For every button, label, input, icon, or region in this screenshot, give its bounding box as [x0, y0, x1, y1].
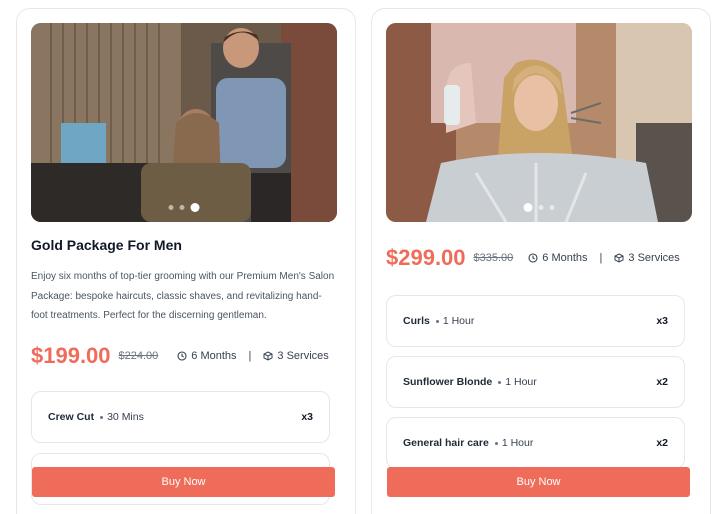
barber-photo-illustration — [31, 23, 337, 222]
service-duration: 1 Hour — [505, 376, 537, 388]
service-duration: 1 Hour — [442, 315, 475, 327]
package-old-price: $224.00 — [118, 350, 159, 362]
price-row: $299.00 $335.00 6 Months | 3 Services — [386, 245, 680, 271]
service-item: General hair care 1 Hour x2 — [386, 417, 685, 469]
service-duration: 30 Mins — [107, 411, 144, 423]
duration-meta: 6 Months — [177, 350, 237, 362]
carousel-dot-active[interactable] — [190, 203, 200, 212]
service-name: Crew Cut — [48, 411, 95, 423]
carousel-dots — [523, 203, 555, 212]
package-title: Gold Package For Men — [31, 237, 182, 253]
meta-separator: | — [248, 350, 252, 362]
package-old-price: $335.00 — [473, 252, 514, 264]
service-name: Sunflower Blonde — [403, 376, 493, 388]
service-quantity: x2 — [656, 376, 668, 388]
carousel-dots — [168, 203, 200, 212]
carousel-dot[interactable] — [549, 205, 555, 210]
package-description: Enjoy six months of top-tier grooming wi… — [31, 271, 335, 321]
package-photo — [31, 23, 337, 222]
carousel-dot-active[interactable] — [523, 203, 533, 212]
service-quantity: x3 — [656, 315, 668, 327]
buy-now-button[interactable]: Buy Now — [32, 467, 335, 497]
package-duration: 6 Months — [542, 252, 588, 264]
service-item: Sunflower Blonde 1 Hour x2 — [386, 356, 685, 408]
service-bullet — [435, 319, 439, 323]
carousel-dot[interactable] — [538, 205, 544, 210]
service-bullet — [494, 441, 498, 445]
package-services-count: 3 Services — [277, 350, 329, 362]
service-name: Curls — [403, 315, 430, 327]
service-bullet — [498, 380, 502, 384]
service-bullet — [100, 415, 104, 419]
service-name: General hair care — [403, 437, 489, 449]
package-services-count: 3 Services — [628, 252, 680, 264]
package-price: $299.00 — [386, 245, 466, 270]
carousel-dot[interactable] — [168, 205, 174, 210]
package-duration: 6 Months — [191, 350, 237, 362]
box-icon — [614, 253, 624, 263]
duration-meta: 6 Months — [528, 252, 588, 264]
package-photo — [386, 23, 692, 222]
service-quantity: x2 — [656, 437, 668, 449]
package-card-gold-men: Gold Package For Men Enjoy six months of… — [16, 8, 356, 514]
buy-now-button[interactable]: Buy Now — [387, 467, 690, 497]
service-item: Crew Cut 30 Mins x3 — [31, 391, 330, 443]
price-row: $199.00 $224.00 6 Months | 3 Services — [31, 343, 329, 369]
carousel-dot[interactable] — [179, 205, 185, 210]
service-duration: 1 Hour — [501, 437, 534, 449]
clock-icon — [177, 351, 187, 361]
package-price: $199.00 — [31, 343, 111, 368]
salon-photo-illustration — [386, 23, 692, 222]
services-meta: 3 Services — [263, 350, 329, 362]
service-quantity: x3 — [301, 411, 313, 423]
clock-icon — [528, 253, 538, 263]
service-item: Curls 1 Hour x3 — [386, 295, 685, 347]
services-meta: 3 Services — [614, 252, 680, 264]
meta-separator: | — [599, 252, 603, 264]
box-icon — [263, 351, 273, 361]
package-card-women: $299.00 $335.00 6 Months | 3 Services Cu… — [371, 8, 711, 514]
